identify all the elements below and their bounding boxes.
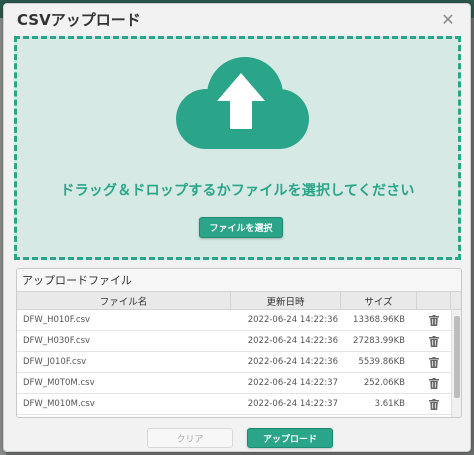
file-size: 13368.96KB (353, 315, 405, 325)
delete-button[interactable] (417, 394, 451, 414)
delete-button[interactable] (417, 310, 451, 330)
close-icon: ✕ (441, 9, 455, 29)
file-list-scrollbar[interactable] (451, 310, 461, 417)
table-row: DFW_J010F.csv 2022-06-24 14:22:36 5539.8… (17, 352, 461, 373)
table-header: ファイル名 更新日時 サイズ (17, 291, 461, 310)
file-list: DFW_H010F.csv 2022-06-24 14:22:36 13368.… (17, 310, 461, 415)
dialog-title: CSVアップロード (17, 10, 141, 29)
column-header-size: サイズ (341, 292, 417, 309)
file-name: DFW_M010M.csv (23, 399, 95, 409)
trash-icon (429, 377, 439, 389)
file-date: 2022-06-24 14:22:36 (247, 357, 338, 367)
close-button[interactable]: ✕ (438, 9, 458, 29)
delete-button[interactable] (417, 352, 451, 372)
file-size: 252.06KB (363, 378, 405, 388)
upload-button[interactable]: アップロード (247, 428, 333, 448)
table-row: DFW_H030F.csv 2022-06-24 14:22:36 27283.… (17, 331, 461, 352)
file-size: 5539.86KB (358, 357, 405, 367)
file-name: DFW_J010F.csv (23, 357, 87, 367)
file-date: 2022-06-24 14:22:37 (247, 378, 338, 388)
cloud-upload-icon (176, 57, 309, 149)
scroll-thumb[interactable] (454, 316, 460, 398)
dialog-header: CSVアップロード (4, 4, 470, 34)
file-name: DFW_M0T0M.csv (23, 378, 95, 388)
csv-upload-dialog: CSVアップロード ✕ ドラッグ＆ドロップするかファイルを選択してください ファ… (3, 3, 471, 452)
drop-zone[interactable]: ドラッグ＆ドロップするかファイルを選択してください ファイルを選択 (14, 36, 461, 260)
file-date: 2022-06-24 14:22:36 (247, 336, 338, 346)
trash-icon (429, 314, 439, 326)
column-header-actions (417, 292, 451, 309)
column-header-filename: ファイル名 (17, 292, 231, 309)
clear-button[interactable]: クリア (147, 428, 233, 448)
delete-button[interactable] (417, 373, 451, 393)
file-name: DFW_H030F.csv (23, 336, 91, 346)
table-row: DFW_H010F.csv 2022-06-24 14:22:36 13368.… (17, 310, 461, 331)
table-row: DFW_M010M.csv 2022-06-24 14:22:37 3.61KB (17, 394, 461, 415)
upload-file-panel: アップロードファイル ファイル名 更新日時 サイズ DFW_H010F.csv … (16, 268, 462, 418)
trash-icon (429, 356, 439, 368)
table-row: DFW_M0T0M.csv 2022-06-24 14:22:37 252.06… (17, 373, 461, 394)
panel-title: アップロードファイル (17, 269, 461, 291)
file-date: 2022-06-24 14:22:37 (247, 399, 338, 409)
file-size: 27283.99KB (353, 336, 405, 346)
drop-instructions: ドラッグ＆ドロップするかファイルを選択してください (60, 183, 415, 199)
column-header-updated: 更新日時 (231, 292, 341, 309)
trash-icon (429, 335, 439, 347)
file-date: 2022-06-24 14:22:36 (247, 315, 338, 325)
select-file-button[interactable]: ファイルを選択 (199, 217, 283, 238)
trash-icon (429, 398, 439, 410)
delete-button[interactable] (417, 331, 451, 351)
file-size: 3.61KB (374, 399, 405, 409)
file-name: DFW_H010F.csv (23, 315, 91, 325)
